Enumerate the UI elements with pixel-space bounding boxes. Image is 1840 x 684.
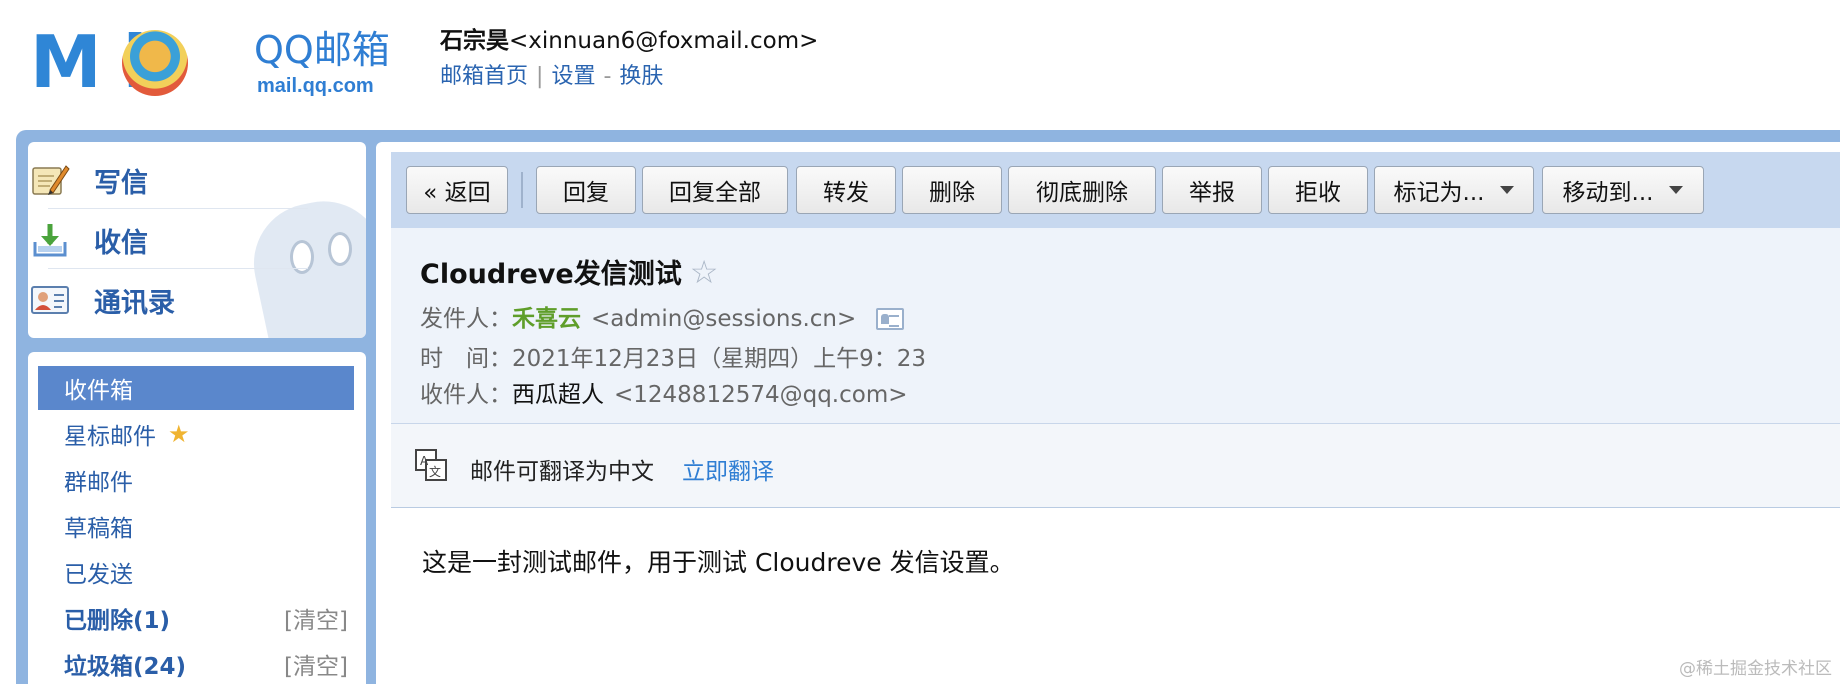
toolbar-divider bbox=[521, 172, 523, 208]
mail-body: 这是一封测试邮件，用于测试 Cloudreve 发信设置。 bbox=[422, 548, 1015, 577]
user-links: 邮箱首页 | 设置 - 换肤 bbox=[440, 62, 663, 92]
translate-now-link[interactable]: 立即翻译 bbox=[682, 452, 774, 486]
clear-spam-link[interactable]: [清空] bbox=[284, 647, 348, 681]
sender-name[interactable]: 禾喜云 bbox=[512, 304, 581, 334]
sender-row: 发件人： 禾喜云 <admin@sessions.cn> bbox=[420, 304, 905, 334]
receiver-name[interactable]: 西瓜超人 bbox=[512, 380, 604, 410]
back-button-label: « 返回 bbox=[423, 180, 491, 206]
top-header: M il QQ邮箱 mail.qq.com 石宗昊<xinnuan6@foxma… bbox=[0, 0, 1840, 128]
time-label: 时 间： bbox=[420, 346, 512, 372]
qq-mail-logo[interactable]: M il QQ邮箱 mail.qq.com bbox=[30, 24, 410, 104]
reject-button-label: 拒收 bbox=[1295, 180, 1341, 206]
folder-inbox[interactable]: 收件箱 bbox=[38, 366, 354, 410]
reply-all-button[interactable]: 回复全部 bbox=[642, 166, 788, 214]
star-icon: ★ bbox=[168, 420, 190, 448]
forward-button-label: 转发 bbox=[823, 180, 869, 206]
delete-permanently-button-label: 彻底删除 bbox=[1036, 180, 1128, 206]
folder-deleted[interactable]: 已删除(1) [清空] bbox=[38, 596, 354, 640]
move-to-dropdown[interactable]: 移动到... bbox=[1542, 166, 1704, 214]
logo-bell-icon bbox=[122, 30, 188, 96]
receiver-label: 收件人： bbox=[420, 382, 512, 408]
user-email: <xinnuan6@foxmail.com> bbox=[509, 28, 819, 54]
logo-domain: mail.qq.com bbox=[257, 75, 374, 97]
star-toggle-icon[interactable]: ☆ bbox=[690, 253, 719, 291]
link-dash: - bbox=[603, 64, 612, 89]
nav-receive-label: 收信 bbox=[94, 227, 148, 259]
nav-contacts-label: 通讯录 bbox=[94, 287, 175, 319]
chevron-down-icon bbox=[1500, 186, 1515, 194]
sender-address: <admin@sessions.cn> bbox=[591, 306, 857, 332]
folder-label: 群邮件 bbox=[64, 470, 133, 496]
time-value: 2021年12月23日（星期四）上午9：23 bbox=[512, 346, 926, 372]
reply-button[interactable]: 回复 bbox=[536, 166, 636, 214]
change-skin-link[interactable]: 换肤 bbox=[619, 64, 663, 89]
folder-drafts[interactable]: 草稿箱 bbox=[38, 504, 354, 548]
nav-compose-label: 写信 bbox=[94, 167, 148, 199]
mark-as-label: 标记为... bbox=[1393, 180, 1485, 206]
move-to-label: 移动到... bbox=[1562, 180, 1654, 206]
folder-spam[interactable]: 垃圾箱(24) [清空] bbox=[38, 642, 354, 684]
link-divider: | bbox=[536, 64, 544, 89]
mail-subject-text: Cloudreve发信测试 bbox=[420, 259, 682, 290]
user-identity: 石宗昊<xinnuan6@foxmail.com> bbox=[440, 26, 818, 56]
folder-label: 草稿箱 bbox=[64, 516, 133, 542]
inbox-download-icon bbox=[30, 220, 70, 260]
report-button[interactable]: 举报 bbox=[1162, 166, 1262, 214]
receiver-row: 收件人： 西瓜超人 <1248812574@qq.com> bbox=[420, 380, 908, 410]
svg-text:A: A bbox=[420, 454, 429, 468]
delete-button-label: 删除 bbox=[929, 180, 975, 206]
mark-as-dropdown[interactable]: 标记为... bbox=[1374, 166, 1534, 214]
user-name: 石宗昊 bbox=[440, 28, 509, 54]
nav-receive[interactable]: 收信 bbox=[30, 212, 330, 268]
nav-compose[interactable]: 写信 bbox=[30, 152, 330, 208]
folder-label: 已发送 bbox=[64, 562, 133, 588]
translate-icon: A文 bbox=[414, 448, 450, 484]
mailbox-home-link[interactable]: 邮箱首页 bbox=[440, 64, 528, 89]
delete-button[interactable]: 删除 bbox=[902, 166, 1002, 214]
nav-contacts[interactable]: 通讯录 bbox=[30, 272, 330, 328]
compose-icon bbox=[30, 160, 70, 200]
watermark: @稀土掘金技术社区 bbox=[1679, 659, 1832, 679]
folder-starred[interactable]: 星标邮件 ★ bbox=[38, 412, 354, 456]
translate-hint: 邮件可翻译为中文 bbox=[470, 459, 654, 485]
folder-group-mail[interactable]: 群邮件 bbox=[38, 458, 354, 502]
forward-button[interactable]: 转发 bbox=[796, 166, 896, 214]
mail-subject: Cloudreve发信测试 ☆ bbox=[420, 252, 718, 291]
contacts-icon bbox=[30, 280, 70, 320]
report-button-label: 举报 bbox=[1189, 180, 1235, 206]
clear-deleted-link[interactable]: [清空] bbox=[284, 601, 348, 635]
delete-permanently-button[interactable]: 彻底删除 bbox=[1008, 166, 1156, 214]
back-button[interactable]: « 返回 bbox=[406, 166, 508, 214]
logo-product-name: QQ邮箱 bbox=[254, 28, 390, 72]
folder-label: 已删除(1) bbox=[64, 608, 171, 634]
folder-label: 垃圾箱(24) bbox=[64, 654, 187, 680]
settings-link[interactable]: 设置 bbox=[551, 64, 595, 89]
contact-card-icon[interactable] bbox=[876, 308, 905, 330]
chevron-down-icon bbox=[1669, 186, 1684, 194]
nav-divider bbox=[48, 208, 308, 209]
receiver-address: <1248812574@qq.com> bbox=[614, 382, 908, 408]
reply-button-label: 回复 bbox=[563, 180, 609, 206]
folder-label: 收件箱 bbox=[64, 378, 133, 404]
reject-button[interactable]: 拒收 bbox=[1268, 166, 1368, 214]
time-row: 时 间： 2021年12月23日（星期四）上午9：23 bbox=[420, 344, 926, 374]
sender-label: 发件人： bbox=[420, 306, 512, 332]
folder-sent[interactable]: 已发送 bbox=[38, 550, 354, 594]
svg-text:文: 文 bbox=[429, 464, 441, 479]
nav-divider bbox=[48, 268, 308, 269]
folder-label: 星标邮件 bbox=[64, 424, 156, 450]
reply-all-button-label: 回复全部 bbox=[669, 180, 761, 206]
